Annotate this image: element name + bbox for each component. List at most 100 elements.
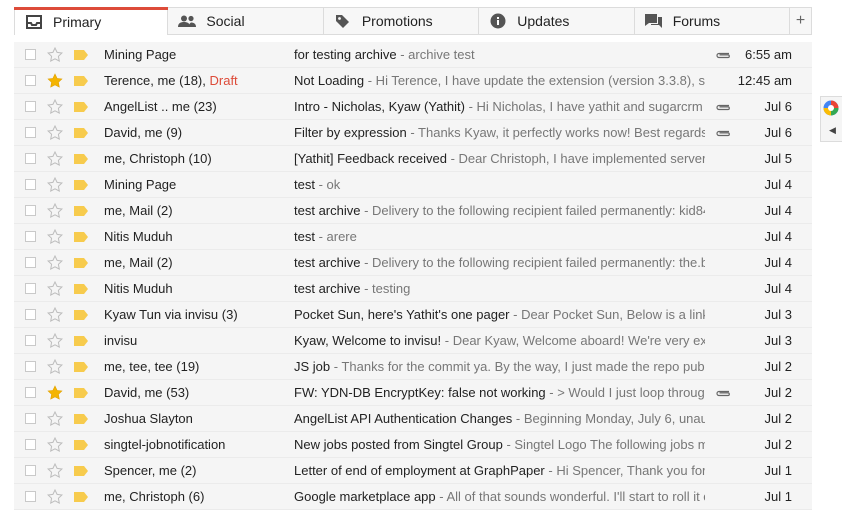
select-checkbox[interactable] bbox=[25, 465, 36, 476]
importance-marker-icon[interactable] bbox=[74, 206, 88, 216]
importance-marker-icon[interactable] bbox=[74, 388, 88, 398]
email-row[interactable]: me, Christoph (6) Google marketplace app … bbox=[14, 484, 812, 510]
email-row[interactable]: Terence, me (18), Draft Not Loading - Hi … bbox=[14, 68, 812, 94]
tab-forums[interactable]: Forums bbox=[634, 7, 791, 34]
tab-social[interactable]: Social bbox=[168, 7, 324, 34]
email-row[interactable]: Kyaw Tun via invisu (3) Pocket Sun, here'… bbox=[14, 302, 812, 328]
importance-marker-icon[interactable] bbox=[74, 128, 88, 138]
email-row[interactable]: Spencer, me (2) Letter of end of employme… bbox=[14, 458, 812, 484]
star-icon[interactable] bbox=[47, 463, 63, 479]
caret-left-icon[interactable]: ◀ bbox=[829, 125, 836, 136]
select-checkbox[interactable] bbox=[25, 283, 36, 294]
select-checkbox[interactable] bbox=[25, 413, 36, 424]
snippet: - Thanks for the commit ya. By the way, … bbox=[330, 359, 705, 374]
email-row[interactable]: me, Mail (2) test archive - Delivery to t… bbox=[14, 250, 812, 276]
star-icon[interactable] bbox=[47, 255, 63, 271]
email-row[interactable]: Nitis Muduh test archive - testing Jul 4 bbox=[14, 276, 812, 302]
select-checkbox[interactable] bbox=[25, 75, 36, 86]
importance-marker-icon[interactable] bbox=[74, 492, 88, 502]
select-checkbox[interactable] bbox=[25, 387, 36, 398]
subject-line: AngelList API Authentication Changes - B… bbox=[294, 406, 705, 431]
select-checkbox[interactable] bbox=[25, 153, 36, 164]
star-icon[interactable] bbox=[47, 489, 63, 505]
select-checkbox[interactable] bbox=[25, 127, 36, 138]
snippet: - Delivery to the following recipient fa… bbox=[360, 255, 705, 270]
date: Jul 4 bbox=[764, 229, 792, 244]
email-row[interactable]: invisu Kyaw, Welcome to invisu! - Dear Ky… bbox=[14, 328, 812, 354]
select-checkbox[interactable] bbox=[25, 361, 36, 372]
email-row[interactable]: me, Mail (2) test archive - Delivery to t… bbox=[14, 198, 812, 224]
tab-primary[interactable]: Primary bbox=[14, 7, 169, 35]
sidebar-handle[interactable]: ◀ bbox=[820, 96, 842, 142]
importance-marker-icon[interactable] bbox=[74, 258, 88, 268]
select-checkbox[interactable] bbox=[25, 309, 36, 320]
tab-label: Social bbox=[206, 13, 245, 29]
importance-marker-icon[interactable] bbox=[74, 154, 88, 164]
star-icon[interactable] bbox=[47, 99, 63, 115]
email-row[interactable]: Mining Page for testing archive - archive… bbox=[14, 42, 812, 68]
tab-updates[interactable]: Updates bbox=[479, 7, 635, 34]
star-icon[interactable] bbox=[47, 177, 63, 193]
email-row[interactable]: AngelList .. me (23) Intro - Nicholas, Ky… bbox=[14, 94, 812, 120]
star-icon[interactable] bbox=[47, 359, 63, 375]
snippet: - Delivery to the following recipient fa… bbox=[360, 203, 705, 218]
star-icon[interactable] bbox=[47, 411, 63, 427]
star-icon[interactable] bbox=[47, 229, 63, 245]
select-checkbox[interactable] bbox=[25, 205, 36, 216]
paperclip-icon bbox=[716, 52, 730, 59]
star-icon[interactable] bbox=[47, 281, 63, 297]
star-icon[interactable] bbox=[47, 47, 63, 63]
select-checkbox[interactable] bbox=[25, 491, 36, 502]
snippet: - Dear Pocket Sun, Below is a link bbox=[509, 307, 705, 322]
email-row[interactable]: David, me (9) Filter by expression - Than… bbox=[14, 120, 812, 146]
importance-marker-icon[interactable] bbox=[74, 76, 88, 86]
sender: me, Christoph (10) bbox=[104, 146, 284, 171]
email-row[interactable]: Nitis Muduh test - arere Jul 4 bbox=[14, 224, 812, 250]
importance-marker-icon[interactable] bbox=[74, 310, 88, 320]
select-checkbox[interactable] bbox=[25, 439, 36, 450]
importance-marker-icon[interactable] bbox=[74, 336, 88, 346]
importance-marker-icon[interactable] bbox=[74, 102, 88, 112]
star-icon[interactable] bbox=[47, 203, 63, 219]
importance-marker-icon[interactable] bbox=[74, 180, 88, 190]
star-icon[interactable] bbox=[47, 437, 63, 453]
tab-promotions[interactable]: Promotions bbox=[323, 7, 480, 34]
subject-line: FW: YDN-DB EncryptKey: false not working… bbox=[294, 380, 705, 405]
importance-marker-icon[interactable] bbox=[74, 50, 88, 60]
tab-label: Updates bbox=[517, 13, 570, 29]
add-tab-button[interactable]: + bbox=[790, 7, 813, 34]
subject: Letter of end of employment at GraphPape… bbox=[294, 463, 545, 478]
importance-marker-icon[interactable] bbox=[74, 284, 88, 294]
sender-name: Mining Page bbox=[104, 47, 177, 62]
subject: [Yathit] Feedback received bbox=[294, 151, 447, 166]
select-checkbox[interactable] bbox=[25, 101, 36, 112]
select-checkbox[interactable] bbox=[25, 335, 36, 346]
sender-name: me, Christoph (10) bbox=[104, 151, 212, 166]
importance-marker-icon[interactable] bbox=[74, 466, 88, 476]
star-icon[interactable] bbox=[47, 385, 63, 401]
snippet: - Dear Kyaw, Welcome aboard! We're very … bbox=[441, 333, 705, 348]
email-row[interactable]: me, tee, tee (19) JS job - Thanks for the… bbox=[14, 354, 812, 380]
email-row[interactable]: singtel-jobnotification New jobs posted f… bbox=[14, 432, 812, 458]
importance-marker-icon[interactable] bbox=[74, 414, 88, 424]
select-checkbox[interactable] bbox=[25, 257, 36, 268]
star-icon[interactable] bbox=[47, 333, 63, 349]
star-icon[interactable] bbox=[47, 125, 63, 141]
select-checkbox[interactable] bbox=[25, 231, 36, 242]
importance-marker-icon[interactable] bbox=[74, 440, 88, 450]
select-checkbox[interactable] bbox=[25, 49, 36, 60]
email-row[interactable]: David, me (53) FW: YDN-DB EncryptKey: fal… bbox=[14, 380, 812, 406]
email-row[interactable]: me, Christoph (10) [Yathit] Feedback rece… bbox=[14, 146, 812, 172]
subject: Intro - Nicholas, Kyaw (Yathit) bbox=[294, 99, 465, 114]
importance-marker-icon[interactable] bbox=[74, 362, 88, 372]
star-icon[interactable] bbox=[47, 307, 63, 323]
star-icon[interactable] bbox=[47, 73, 63, 89]
date: Jul 1 bbox=[764, 489, 792, 504]
paperclip-icon bbox=[716, 104, 730, 111]
importance-marker-icon[interactable] bbox=[74, 232, 88, 242]
email-row[interactable]: Mining Page test - ok Jul 4 bbox=[14, 172, 812, 198]
star-icon[interactable] bbox=[47, 151, 63, 167]
email-row[interactable]: Joshua Slayton AngelList API Authenticati… bbox=[14, 406, 812, 432]
date: Jul 2 bbox=[764, 359, 792, 374]
select-checkbox[interactable] bbox=[25, 179, 36, 190]
